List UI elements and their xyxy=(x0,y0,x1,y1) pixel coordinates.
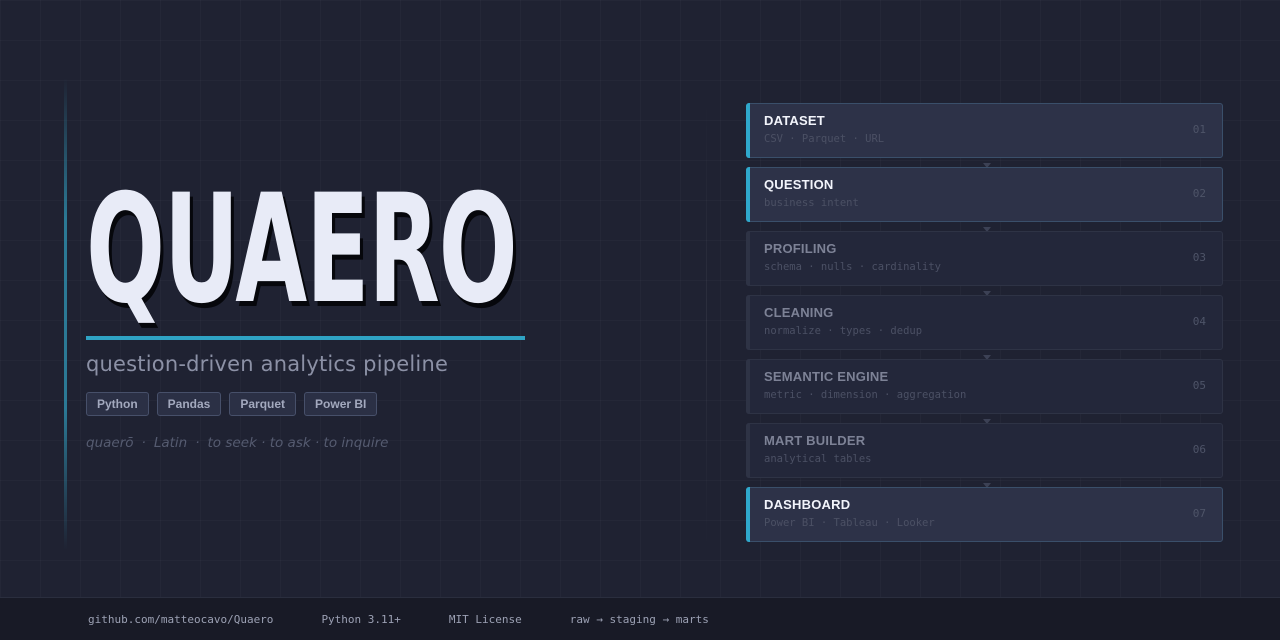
step-number: 02 xyxy=(1192,187,1206,200)
tech-tags: Python Pandas Parquet Power BI xyxy=(86,392,378,416)
data-flow-label: raw → staging → marts xyxy=(569,612,709,626)
step-desc: schema · nulls · cardinality xyxy=(764,261,942,273)
step-name: DASHBOARD xyxy=(764,497,851,512)
step-desc: analytical tables xyxy=(764,453,872,465)
step-desc: normalize · types · dedup xyxy=(764,325,923,337)
step-desc: metric · dimension · aggregation xyxy=(764,389,967,401)
etymology-line: quaerō · Latin · to seek · to ask · to inqui… xyxy=(86,435,388,451)
app-title: QUAERO xyxy=(86,163,518,337)
pipeline-step-cleaning: CLEANING normalize · types · dedup 04 xyxy=(746,295,1223,360)
section-divider xyxy=(706,100,707,550)
step-number: 07 xyxy=(1192,507,1206,520)
tag-parquet: Parquet xyxy=(229,392,297,416)
accent-rule xyxy=(64,78,67,550)
step-name: DATASET xyxy=(764,113,825,128)
step-number: 06 xyxy=(1192,443,1206,456)
step-number: 05 xyxy=(1192,379,1206,392)
step-name: SEMANTIC ENGINE xyxy=(764,369,889,384)
step-desc: CSV · Parquet · URL xyxy=(764,133,885,145)
pipeline-step-dataset: DATASET CSV · Parquet · URL 01 xyxy=(746,103,1223,168)
etymology-word: quaerō xyxy=(86,435,134,451)
etymology-language: Latin xyxy=(153,435,188,451)
footer-bar: github.com/matteocavo/Quaero Python 3.11… xyxy=(0,597,1280,640)
pipeline-step-profiling: PROFILING schema · nulls · cardinality 0… xyxy=(746,231,1223,296)
pipeline-step-mart-builder: MART BUILDER analytical tables 06 xyxy=(746,423,1223,488)
app-subtitle: question-driven analytics pipeline xyxy=(86,352,449,376)
etymology-separator: · xyxy=(141,435,146,451)
tag-pandas: Pandas xyxy=(156,392,222,416)
step-number: 04 xyxy=(1192,315,1206,328)
pipeline-steps: DATASET CSV · Parquet · URL 01 QUESTION … xyxy=(746,103,1223,551)
pipeline-step-dashboard: DASHBOARD Power BI · Tableau · Looker 07 xyxy=(746,487,1223,542)
step-name: MART BUILDER xyxy=(764,433,866,448)
pipeline-step-semantic-engine: SEMANTIC ENGINE metric · dimension · agg… xyxy=(746,359,1223,424)
license-label: MIT License xyxy=(448,612,522,626)
step-name: PROFILING xyxy=(764,241,837,256)
step-desc: Power BI · Tableau · Looker xyxy=(764,517,935,529)
etymology-meaning: to seek · to ask · to inquire xyxy=(207,435,389,451)
step-name: CLEANING xyxy=(764,305,834,320)
python-version: Python 3.11+ xyxy=(321,612,401,626)
step-name: QUESTION xyxy=(764,177,834,192)
step-number: 01 xyxy=(1192,123,1206,136)
pipeline-step-question: QUESTION business intent 02 xyxy=(746,167,1223,232)
tag-python: Python xyxy=(86,392,149,416)
title-underline xyxy=(86,336,525,340)
repo-link[interactable]: github.com/matteocavo/Quaero xyxy=(88,613,273,626)
step-number: 03 xyxy=(1192,251,1206,264)
step-desc: business intent xyxy=(764,197,859,209)
etymology-separator: · xyxy=(195,435,200,451)
tag-power-bi: Power BI xyxy=(304,392,378,416)
